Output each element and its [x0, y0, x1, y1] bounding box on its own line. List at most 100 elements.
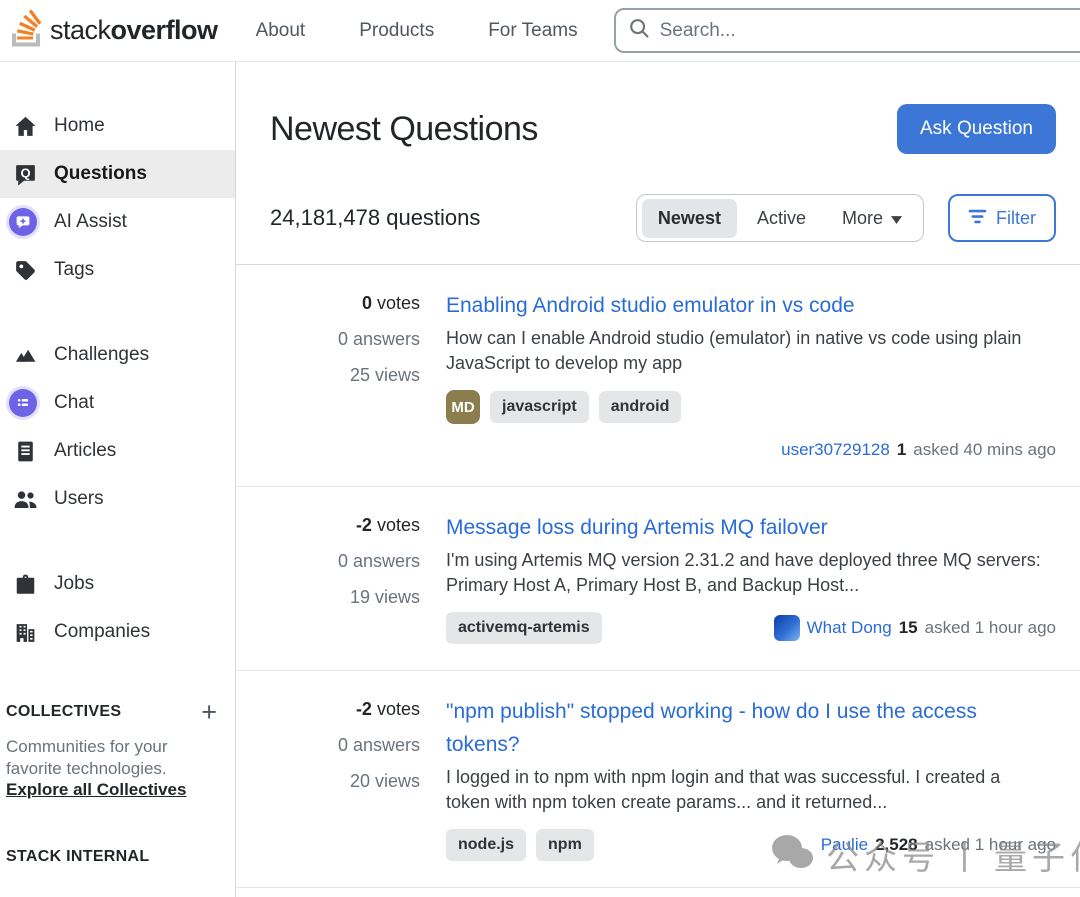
sidebar-item-home[interactable]: Home — [0, 102, 235, 150]
sidebar-item-ai-assist[interactable]: AI Assist — [0, 198, 235, 246]
user-avatar[interactable] — [774, 615, 800, 641]
filter-icon — [968, 208, 987, 229]
sidebar-item-chat[interactable]: Chat — [0, 379, 235, 427]
logo-text: stackoverflow — [50, 15, 218, 46]
question-stats: -2 votes 0 answers 19 views — [270, 511, 420, 644]
questions-icon: Q — [10, 159, 40, 189]
asked-time: asked 40 mins ago — [913, 440, 1056, 460]
nav-link-products[interactable]: Products — [357, 14, 436, 48]
top-nav: stackoverflow About Products For Teams — [0, 0, 1080, 62]
sidebar-item-label: Jobs — [54, 573, 94, 595]
sidebar-item-label: Users — [54, 488, 104, 510]
tag-javascript[interactable]: javascript — [490, 391, 589, 423]
user-reputation: 15 — [899, 618, 918, 638]
tag-android[interactable]: android — [599, 391, 682, 423]
vote-number: -2 — [356, 699, 372, 719]
sort-tab-active[interactable]: Active — [741, 199, 822, 238]
tag-node-js[interactable]: node.js — [446, 829, 526, 861]
nav-link-for-teams[interactable]: For Teams — [486, 14, 579, 48]
articles-icon — [10, 436, 40, 466]
stack-internal-section: STACK INTERNAL — [0, 848, 235, 866]
stack-internal-header: STACK INTERNAL — [6, 848, 221, 866]
question-tag-row: node.js npm Paulie 2,528 asked 1 hour ago — [446, 829, 1056, 861]
vote-number: 0 — [362, 293, 372, 313]
asked-time: asked 1 hour ago — [925, 618, 1056, 638]
question-content: Enabling Android studio emulator in vs c… — [446, 289, 1056, 460]
question-excerpt: I'm using Artemis MQ version 2.31.2 and … — [446, 548, 1046, 598]
question-list: 0 votes 0 answers 25 views Enabling Android… — [270, 265, 1056, 888]
chevron-down-icon — [891, 208, 902, 229]
question-excerpt: I logged in to npm with npm login and th… — [446, 765, 1046, 815]
collectives-section: COLLECTIVES + Communities for your favor… — [0, 702, 235, 800]
tag-list: node.js npm — [446, 829, 594, 861]
main-content: Newest Questions Ask Question 24,181,478… — [236, 62, 1080, 897]
view-count: 25 views — [270, 365, 420, 386]
companies-icon — [10, 617, 40, 647]
question-title-link[interactable]: Message loss during Artemis MQ failover — [446, 511, 991, 544]
question-tag-row: MD javascript android — [446, 390, 1056, 424]
sidebar-item-label: AI Assist — [54, 211, 127, 233]
view-count: 20 views — [270, 771, 420, 792]
question-title-link[interactable]: "npm publish" stopped working - how do I… — [446, 695, 991, 761]
user-avatar[interactable]: MD — [446, 390, 480, 424]
chat-icon — [10, 388, 40, 418]
sidebar-item-tags[interactable]: Tags — [0, 246, 235, 294]
search-box[interactable] — [614, 8, 1080, 53]
question-title-link[interactable]: Enabling Android studio emulator in vs c… — [446, 289, 991, 322]
question-meta: user30729128 1 asked 40 mins ago — [781, 440, 1056, 460]
question-tag-row: activemq-artemis What Dong 15 asked 1 hour … — [446, 612, 1056, 644]
page-title: Newest Questions — [270, 104, 538, 154]
view-count: 19 views — [270, 587, 420, 608]
asked-time: asked 1 hour ago — [925, 835, 1056, 855]
sidebar-item-label: Companies — [54, 621, 150, 643]
ask-question-button[interactable]: Ask Question — [897, 104, 1056, 154]
jobs-icon — [10, 569, 40, 599]
question-stats: 0 votes 0 answers 25 views — [270, 289, 420, 460]
sidebar-item-companies[interactable]: Companies — [0, 608, 235, 656]
filter-button-label: Filter — [996, 208, 1036, 229]
sidebar-item-label: Challenges — [54, 344, 149, 366]
question-meta: What Dong 15 asked 1 hour ago — [774, 615, 1056, 641]
question-stats: -2 votes 0 answers 20 views — [270, 695, 420, 861]
sort-tab-newest[interactable]: Newest — [642, 199, 737, 238]
answer-count: 0 answers — [270, 735, 420, 756]
sidebar-item-users[interactable]: Users — [0, 475, 235, 523]
vote-count: -2 votes — [270, 515, 420, 536]
user-reputation: 1 — [897, 440, 906, 460]
ai-assist-icon — [10, 207, 40, 237]
user-link[interactable]: user30729128 — [781, 440, 890, 460]
answer-count: 0 answers — [270, 329, 420, 350]
stackoverflow-logo-icon — [10, 9, 42, 52]
search-icon — [628, 17, 650, 44]
tag-activemq-artemis[interactable]: activemq-artemis — [446, 612, 602, 644]
question-count: 24,181,478 questions — [270, 205, 636, 231]
sort-tab-label: Active — [757, 208, 806, 229]
explore-collectives-link[interactable]: Explore all Collectives — [6, 780, 186, 800]
question-row: 0 votes 0 answers 25 views Enabling Android… — [236, 265, 1080, 487]
answer-count: 0 answers — [270, 551, 420, 572]
search-input[interactable] — [660, 20, 1078, 42]
user-link[interactable]: Paulie — [821, 835, 868, 855]
user-link[interactable]: What Dong — [807, 618, 892, 638]
sort-tab-more[interactable]: More — [826, 199, 918, 238]
sidebar-item-articles[interactable]: Articles — [0, 427, 235, 475]
question-excerpt: How can I enable Android studio (emulato… — [446, 326, 1046, 376]
tags-icon — [10, 255, 40, 285]
stackoverflow-logo[interactable]: stackoverflow — [10, 9, 218, 52]
tag-list: activemq-artemis — [446, 612, 602, 644]
sidebar-item-challenges[interactable]: Challenges — [0, 331, 235, 379]
sort-tab-label: Newest — [658, 208, 721, 229]
vote-count: -2 votes — [270, 699, 420, 720]
sidebar-item-label: Home — [54, 115, 105, 137]
filter-button[interactable]: Filter — [948, 194, 1056, 242]
user-reputation: 2,528 — [875, 835, 918, 855]
vote-count: 0 votes — [270, 293, 420, 314]
add-collective-button[interactable]: + — [197, 702, 221, 722]
sidebar-item-jobs[interactable]: Jobs — [0, 560, 235, 608]
collectives-description: Communities for your favorite technologi… — [6, 736, 211, 780]
tag-npm[interactable]: npm — [536, 829, 594, 861]
sidebar-item-questions[interactable]: QQuestions — [0, 150, 235, 198]
top-nav-links: About Products For Teams — [254, 14, 580, 48]
sidebar-item-label: Chat — [54, 392, 94, 414]
nav-link-about[interactable]: About — [254, 14, 308, 48]
